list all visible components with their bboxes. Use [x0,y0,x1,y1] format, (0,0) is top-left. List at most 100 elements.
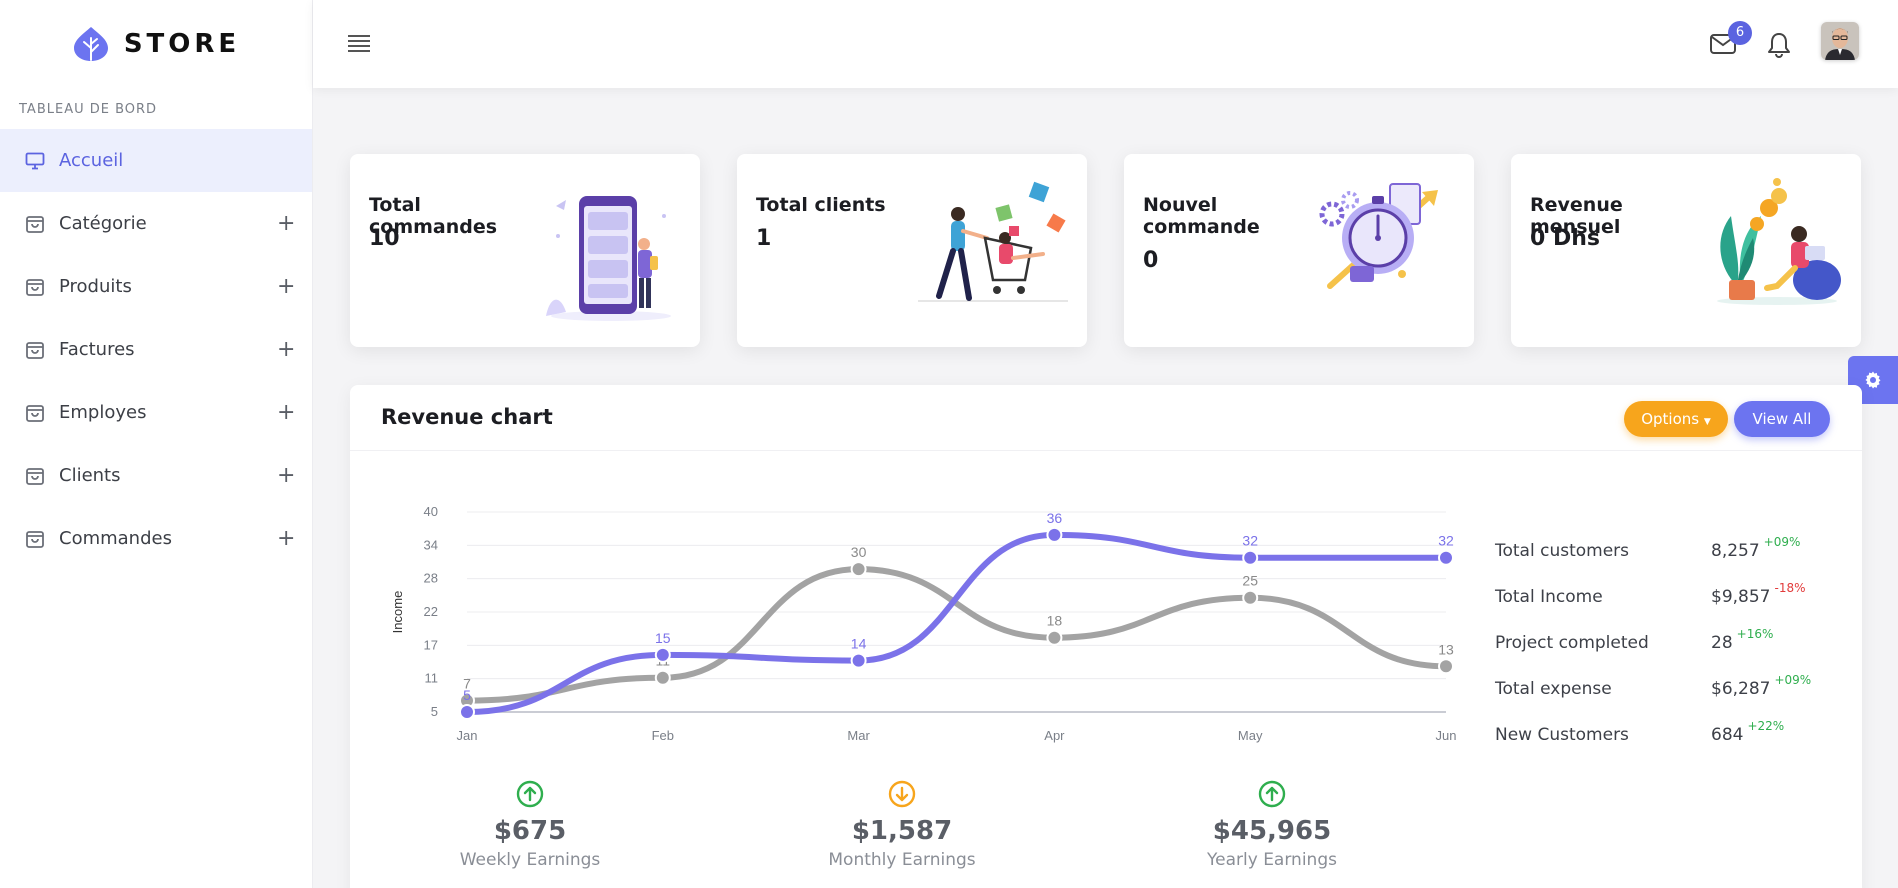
data-point [654,669,671,686]
bag-icon [25,340,45,360]
data-label: 32 [1438,533,1454,549]
mail-count-badge: 6 [1728,21,1752,45]
sidebar-item-factures[interactable]: Factures + [0,318,312,381]
series-line [464,566,1449,704]
revenue-panel: Revenue chart Options ▼ View All 5 11 17 22… [350,385,1862,888]
arrow-down-circle-icon [888,780,916,808]
data-point [1438,658,1454,675]
expand-plus-icon[interactable]: + [277,463,295,488]
card-value: 0 [1143,248,1159,273]
menu-toggle-icon[interactable] [348,35,370,53]
data-point [850,561,867,578]
bell-icon[interactable] [1766,31,1792,59]
bag-icon [25,214,45,234]
card-title: Total clients [756,194,886,216]
stat-value: 28 [1711,633,1733,653]
x-tick-label: Mar [847,728,870,743]
stat-label: Total Income [1495,587,1603,607]
stat-label: Project completed [1495,633,1649,653]
series-line [464,531,1449,715]
arrow-up-circle-icon [1258,780,1286,808]
stat-label: Total expense [1495,679,1612,699]
y-tick-label: 28 [424,571,438,586]
leaf-logo-icon [73,27,108,61]
gear-icon [1865,371,1881,389]
sidebar-item-label: Clients [59,465,121,486]
y-tick-label: 22 [424,604,438,619]
expand-plus-icon[interactable]: + [277,400,295,425]
monthly-earnings: $1,587 Monthly Earnings [792,780,1012,870]
stat-row: Total Income $9,857 -18% [1495,581,1835,627]
card-revenue-mensuel[interactable]: Revenue mensuel 0 Dhs [1511,154,1861,347]
card-total-commandes[interactable]: Total commandes 10 [350,154,700,347]
sidebar-item-commandes[interactable]: Commandes + [0,507,312,570]
money-plant-illustration [1717,178,1841,305]
data-point [850,652,867,669]
sidebar-item-label: Employes [59,402,147,423]
view-all-button[interactable]: View All [1734,401,1830,437]
options-dropdown-button[interactable]: Options ▼ [1624,401,1728,437]
earnings-label: Monthly Earnings [828,850,976,870]
sidebar-item-clients[interactable]: Clients + [0,444,312,507]
sidebar-item-accueil[interactable]: Accueil [0,129,312,192]
stat-label: Total customers [1495,541,1630,561]
y-tick-label: 17 [424,637,438,652]
sidebar-item-produits[interactable]: Produits + [0,255,312,318]
stat-row: Total customers 8,257 +09% [1495,535,1835,581]
bag-icon [25,403,45,423]
data-label: 5 [463,687,471,703]
card-nouvel-commande[interactable]: Nouvel commande 0 [1124,154,1474,347]
stat-row: New Customers 684 +22% [1495,719,1835,765]
earnings-label: Yearly Earnings [1207,850,1337,870]
earnings-value: $45,965 [1212,816,1332,846]
data-label: 18 [1047,613,1063,629]
brand-name: STORE [123,29,241,59]
data-label: 25 [1242,573,1258,589]
sidebar-item-categorie[interactable]: Catégorie + [0,192,312,255]
arrow-up-circle-icon [516,780,544,808]
sidebar-item-label: Produits [59,276,132,297]
card-value: 1 [756,226,772,251]
x-tick-label: Feb [652,728,674,743]
card-value: 0 Dhs [1530,226,1600,251]
sidebar: STORE TABLEAU DE BORD Accueil Catégorie … [0,0,313,888]
card-total-clients[interactable]: Total clients 1 [737,154,1087,347]
stat-change: +16% [1736,627,1774,641]
caret-down-icon: ▼ [1703,417,1711,427]
earnings-value: $675 [493,816,567,846]
x-tick-label: May [1238,728,1263,743]
y-tick-label: 5 [431,704,438,719]
sidebar-item-label: Factures [59,339,135,360]
weekly-earnings: $675 Weekly Earnings [420,780,640,870]
data-label: 13 [1438,641,1454,657]
brand-logo[interactable]: STORE [0,0,312,88]
bag-icon [25,277,45,297]
data-label: 32 [1242,533,1258,549]
sidebar-item-employes[interactable]: Employes + [0,381,312,444]
stat-row: Project completed 28 +16% [1495,627,1835,673]
expand-plus-icon[interactable]: + [277,211,295,236]
bag-icon [25,466,45,486]
data-point [459,704,475,720]
expand-plus-icon[interactable]: + [277,337,295,362]
expand-plus-icon[interactable]: + [277,274,295,299]
data-point [654,646,671,663]
user-avatar[interactable] [1821,22,1859,60]
revenue-line-chart: 5111722283440JanFebMarAprMayJunIncome711… [390,504,1456,743]
bag-icon [25,529,45,549]
expand-plus-icon[interactable]: + [277,526,295,551]
stat-change: -18% [1774,581,1806,595]
monitor-icon [25,151,45,171]
y-tick-label: 11 [425,671,439,686]
stat-label: New Customers [1495,725,1629,745]
topbar: 6 [313,0,1898,88]
stat-change: +09% [1763,535,1801,549]
options-label: Options [1641,410,1700,428]
data-label: 30 [851,544,867,560]
x-tick-label: Jan [457,728,478,743]
earnings-value: $1,587 [851,816,953,846]
data-label: 36 [1047,510,1063,526]
y-tick-label: 40 [424,504,438,519]
sidebar-item-label: Commandes [59,528,172,549]
data-label: 15 [655,630,671,646]
